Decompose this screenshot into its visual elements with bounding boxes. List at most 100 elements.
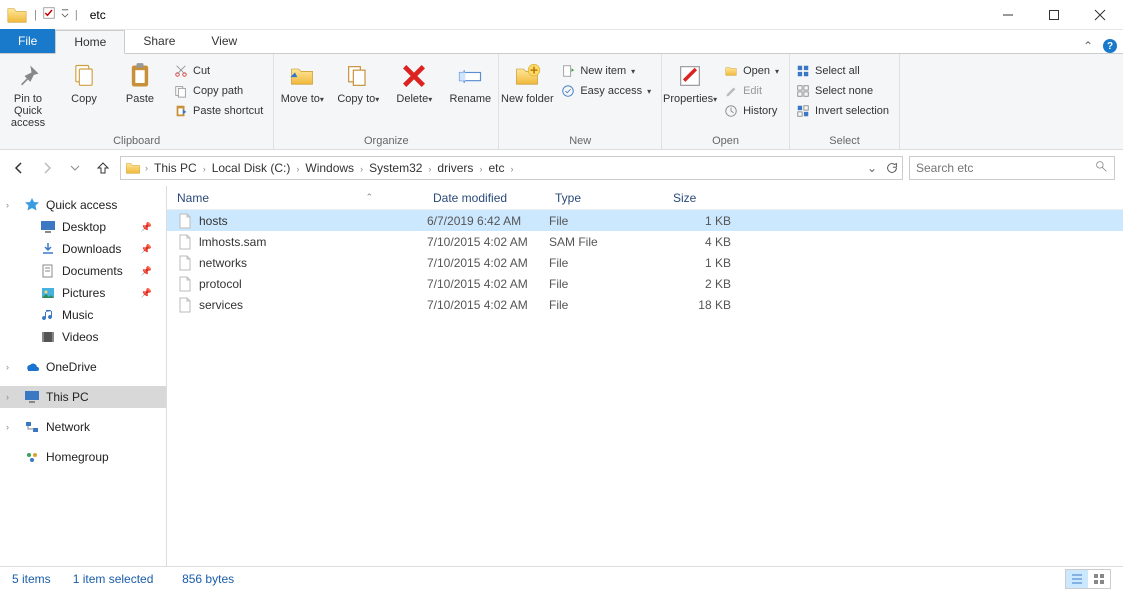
sidebar-videos[interactable]: Videos bbox=[0, 326, 166, 348]
column-headers[interactable]: Name⌃ Date modified Type Size bbox=[167, 186, 1123, 210]
chevron-right-icon[interactable]: › bbox=[6, 422, 9, 432]
collapse-ribbon-icon[interactable]: ⌃ bbox=[1083, 39, 1093, 53]
breadcrumb-arrow[interactable]: › bbox=[508, 164, 515, 174]
file-row[interactable]: hosts6/7/2019 6:42 AMFile1 KB bbox=[167, 210, 1123, 231]
recent-locations-button[interactable] bbox=[64, 157, 86, 179]
easy-access-button[interactable]: Easy access▾ bbox=[561, 84, 651, 98]
breadcrumb-arrow[interactable]: › bbox=[143, 163, 150, 173]
history-icon bbox=[724, 104, 738, 118]
new-item-button[interactable]: New item▾ bbox=[561, 64, 651, 78]
select-all-button[interactable]: Select all bbox=[796, 64, 889, 78]
sidebar-onedrive[interactable]: › OneDrive bbox=[0, 356, 166, 378]
pictures-icon bbox=[40, 285, 56, 301]
minimize-button[interactable] bbox=[985, 0, 1031, 30]
move-to-button[interactable]: Move to▾ bbox=[274, 58, 330, 106]
file-name: hosts bbox=[199, 214, 228, 228]
sidebar-quick-access[interactable]: › Quick access bbox=[0, 194, 166, 216]
qat-dropdown-icon[interactable] bbox=[59, 8, 69, 22]
history-label: History bbox=[743, 105, 777, 117]
ribbon: Pin to Quick access Copy Paste Cut Copy … bbox=[0, 54, 1123, 150]
cut-button[interactable]: Cut bbox=[174, 64, 263, 78]
file-row[interactable]: services7/10/2015 4:02 AMFile18 KB bbox=[167, 294, 1123, 315]
up-button[interactable] bbox=[92, 157, 114, 179]
refresh-button[interactable] bbox=[882, 157, 902, 179]
sidebar-documents[interactable]: Documents📌 bbox=[0, 260, 166, 282]
paste-button[interactable]: Paste bbox=[112, 58, 168, 105]
file-size: 18 KB bbox=[667, 298, 731, 312]
breadcrumb-item[interactable]: Windows bbox=[301, 161, 358, 175]
copy-path-button[interactable]: Copy path bbox=[174, 84, 263, 98]
paste-shortcut-label: Paste shortcut bbox=[193, 105, 263, 117]
rename-button[interactable]: Rename bbox=[442, 58, 498, 105]
file-icon bbox=[177, 276, 193, 292]
invert-selection-icon bbox=[796, 104, 810, 118]
invert-selection-button[interactable]: Invert selection bbox=[796, 104, 889, 118]
breadcrumb-arrow[interactable]: › bbox=[201, 164, 208, 174]
file-name: services bbox=[199, 298, 243, 312]
address-dropdown-icon[interactable]: ⌄ bbox=[862, 157, 882, 179]
file-type: File bbox=[549, 256, 667, 270]
copy-button[interactable]: Copy bbox=[56, 58, 112, 105]
close-button[interactable] bbox=[1077, 0, 1123, 30]
select-none-label: Select none bbox=[815, 85, 873, 97]
chevron-right-icon[interactable]: › bbox=[6, 200, 9, 210]
forward-button[interactable] bbox=[36, 157, 58, 179]
sidebar-downloads[interactable]: Downloads📌 bbox=[0, 238, 166, 260]
breadcrumb-item[interactable]: This PC bbox=[150, 161, 201, 175]
qat-checkbox-icon[interactable] bbox=[43, 7, 55, 22]
copy-to-button[interactable]: Copy to▾ bbox=[330, 58, 386, 106]
column-date[interactable]: Date modified bbox=[433, 191, 555, 205]
search-input[interactable] bbox=[916, 161, 1095, 175]
open-button[interactable]: Open▾ bbox=[724, 64, 779, 78]
chevron-right-icon[interactable]: › bbox=[6, 392, 9, 402]
onedrive-icon bbox=[24, 359, 40, 375]
breadcrumb-item[interactable]: Local Disk (C:) bbox=[208, 161, 295, 175]
icons-view-button[interactable] bbox=[1088, 570, 1110, 588]
file-size: 1 KB bbox=[667, 256, 731, 270]
back-button[interactable] bbox=[8, 157, 30, 179]
breadcrumb-item[interactable]: etc bbox=[484, 161, 508, 175]
history-button[interactable]: History bbox=[724, 104, 779, 118]
search-icon[interactable] bbox=[1095, 160, 1108, 176]
search-box[interactable] bbox=[909, 156, 1115, 180]
breadcrumb-item[interactable]: System32 bbox=[365, 161, 426, 175]
properties-button[interactable]: Properties▾ bbox=[662, 58, 718, 106]
column-size[interactable]: Size bbox=[673, 191, 743, 205]
sidebar-desktop[interactable]: Desktop📌 bbox=[0, 216, 166, 238]
new-folder-button[interactable]: New folder bbox=[499, 58, 555, 105]
pin-to-quick-access-button[interactable]: Pin to Quick access bbox=[0, 58, 56, 129]
column-name[interactable]: Name⌃ bbox=[177, 191, 433, 205]
chevron-right-icon[interactable]: › bbox=[6, 362, 9, 372]
music-icon bbox=[40, 307, 56, 323]
paste-shortcut-button[interactable]: Paste shortcut bbox=[174, 104, 263, 118]
select-group-label: Select bbox=[790, 133, 899, 149]
tab-share[interactable]: Share bbox=[125, 29, 193, 53]
file-row[interactable]: networks7/10/2015 4:02 AMFile1 KB bbox=[167, 252, 1123, 273]
file-row[interactable]: protocol7/10/2015 4:02 AMFile2 KB bbox=[167, 273, 1123, 294]
copy-label: Copy bbox=[71, 93, 97, 105]
sidebar-homegroup[interactable]: Homegroup bbox=[0, 446, 166, 468]
maximize-button[interactable] bbox=[1031, 0, 1077, 30]
pin-icon: 📌 bbox=[141, 222, 152, 233]
delete-button[interactable]: Delete▾ bbox=[386, 58, 442, 106]
homegroup-icon bbox=[24, 449, 40, 465]
sidebar-music[interactable]: Music bbox=[0, 304, 166, 326]
navigation-pane[interactable]: › Quick access Desktop📌 Downloads📌 Docum… bbox=[0, 186, 167, 566]
tab-home[interactable]: Home bbox=[55, 30, 125, 54]
help-icon[interactable]: ? bbox=[1103, 39, 1117, 53]
pin-icon: 📌 bbox=[141, 244, 152, 255]
sidebar-network[interactable]: › Network bbox=[0, 416, 166, 438]
tab-view[interactable]: View bbox=[193, 29, 255, 53]
column-type[interactable]: Type bbox=[555, 191, 673, 205]
sidebar-pictures[interactable]: Pictures📌 bbox=[0, 282, 166, 304]
breadcrumb-arrow[interactable]: › bbox=[358, 164, 365, 174]
edit-button[interactable]: Edit bbox=[724, 84, 779, 98]
tab-file[interactable]: File bbox=[0, 29, 55, 53]
status-selection: 1 item selected 856 bytes bbox=[73, 572, 256, 586]
breadcrumb-item[interactable]: drivers bbox=[433, 161, 477, 175]
details-view-button[interactable] bbox=[1066, 570, 1088, 588]
file-row[interactable]: lmhosts.sam7/10/2015 4:02 AMSAM File4 KB bbox=[167, 231, 1123, 252]
sidebar-this-pc[interactable]: › This PC bbox=[0, 386, 166, 408]
select-none-button[interactable]: Select none bbox=[796, 84, 889, 98]
address-bar[interactable]: › This PC›Local Disk (C:)›Windows›System… bbox=[120, 156, 903, 180]
